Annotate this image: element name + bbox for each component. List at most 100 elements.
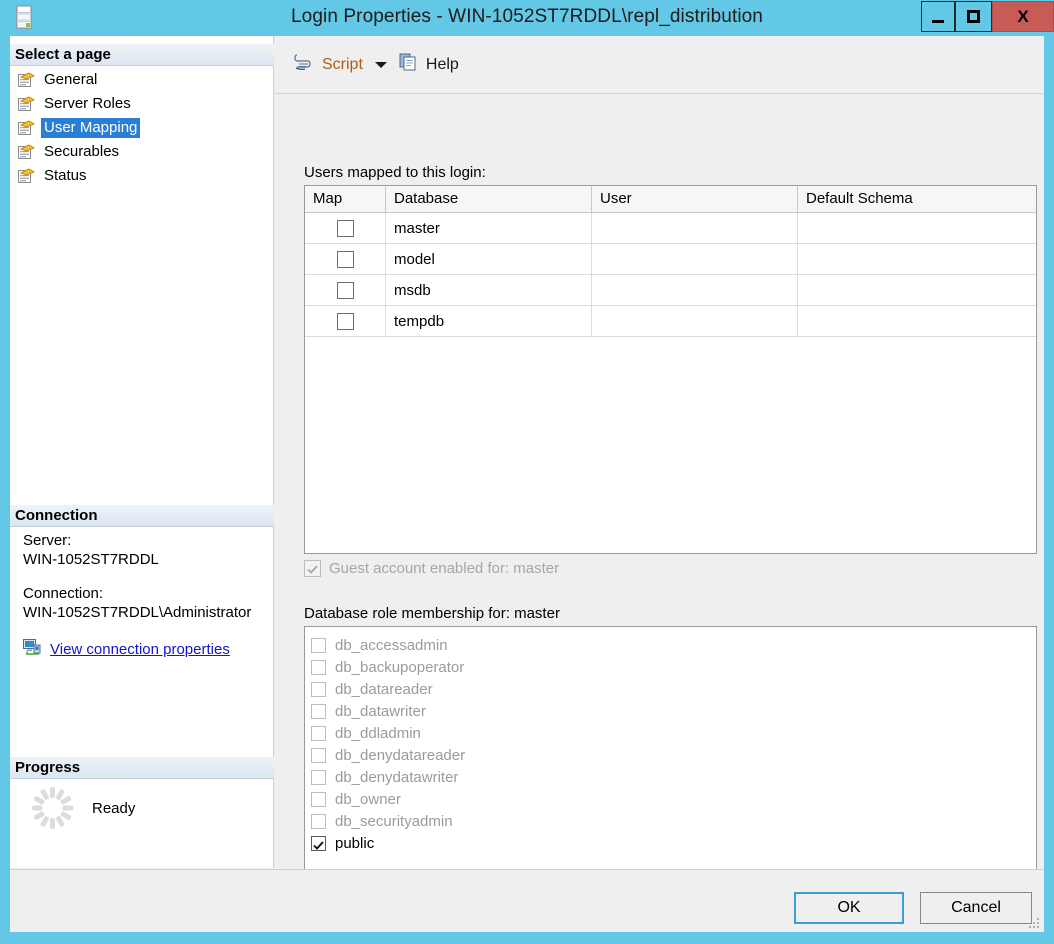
sidebar-item-label: General: [44, 71, 98, 88]
sidebar-item-user-mapping[interactable]: User Mapping: [14, 116, 270, 140]
table-row[interactable]: model: [305, 244, 1036, 275]
window-title: Login Properties - WIN-1052ST7RDDL\repl_…: [291, 6, 763, 27]
role-label: db_securityadmin: [335, 812, 453, 830]
list-item: public: [311, 832, 1036, 854]
database-cell: msdb: [386, 275, 592, 305]
schema-cell[interactable]: [798, 275, 1036, 305]
resize-grip[interactable]: [1027, 916, 1041, 930]
table-row[interactable]: master: [305, 213, 1036, 244]
role-checkbox: [311, 637, 326, 653]
page-icon: [18, 144, 36, 160]
sidebar: Select a page General Server Roles User …: [10, 36, 274, 868]
column-header-database[interactable]: Database: [386, 186, 592, 212]
role-checkbox: [311, 791, 326, 807]
column-header-default-schema[interactable]: Default Schema: [798, 186, 1036, 212]
grid-header-row: Map Database User Default Schema: [305, 186, 1036, 213]
view-connection-properties-row[interactable]: View connection properties: [10, 639, 274, 660]
role-label: db_backupoperator: [335, 658, 465, 676]
schema-cell[interactable]: [798, 244, 1036, 274]
sidebar-item-label: Server Roles: [44, 95, 131, 112]
dialog-client-area: Select a page General Server Roles User …: [10, 36, 1044, 932]
toolbar: Script Help: [275, 36, 1044, 94]
connection-caption: Connection:: [23, 585, 104, 602]
list-item: db_datawriter: [311, 700, 1036, 722]
dialog-footer: OK Cancel: [10, 869, 1044, 932]
server-caption: Server:: [23, 532, 72, 549]
sidebar-item-status[interactable]: Status: [14, 164, 270, 188]
list-item: db_securityadmin: [311, 810, 1036, 832]
sidebar-item-securables[interactable]: Securables: [14, 140, 270, 164]
map-cell[interactable]: [305, 306, 386, 336]
role-checkbox: [311, 659, 326, 675]
cancel-button[interactable]: Cancel: [920, 892, 1032, 924]
sidebar-item-server-roles[interactable]: Server Roles: [14, 92, 270, 116]
progress-header: Progress: [10, 757, 274, 779]
users-mapped-label: Users mapped to this login:: [304, 164, 486, 181]
main-content: Script Help Users mapped to this login: …: [275, 36, 1044, 888]
close-button[interactable]: X: [992, 1, 1054, 32]
script-button[interactable]: Script: [289, 50, 367, 80]
spinner-icon: [30, 786, 74, 830]
map-cell[interactable]: [305, 213, 386, 243]
title-bar[interactable]: Login Properties - WIN-1052ST7RDDL\repl_…: [0, 0, 1054, 36]
script-icon: [293, 52, 315, 77]
check-icon: [313, 837, 324, 850]
page-list: General Server Roles User Mapping Secura…: [14, 68, 270, 188]
script-label: Script: [322, 55, 363, 73]
list-item: db_denydatawriter: [311, 766, 1036, 788]
map-checkbox[interactable]: [336, 312, 354, 330]
user-cell[interactable]: [592, 244, 798, 274]
schema-cell[interactable]: [798, 306, 1036, 336]
database-cell: master: [386, 213, 592, 243]
role-checkbox: [311, 835, 326, 851]
maximize-button[interactable]: [955, 1, 992, 32]
sidebar-item-general[interactable]: General: [14, 68, 270, 92]
help-icon: [399, 52, 419, 77]
user-cell[interactable]: [592, 275, 798, 305]
database-role-membership-list[interactable]: db_accessadmin db_backupoperator db_data…: [304, 626, 1037, 888]
guest-account-checkbox-row: Guest account enabled for: master: [304, 560, 559, 577]
connection-properties-icon: [23, 639, 42, 660]
database-cell: tempdb: [386, 306, 592, 336]
page-icon: [18, 96, 36, 112]
schema-cell[interactable]: [798, 213, 1036, 243]
list-item: db_denydatareader: [311, 744, 1036, 766]
map-checkbox[interactable]: [336, 250, 354, 268]
map-checkbox[interactable]: [336, 219, 354, 237]
map-cell[interactable]: [305, 275, 386, 305]
list-item: db_ddladmin: [311, 722, 1036, 744]
table-row[interactable]: tempdb: [305, 306, 1036, 337]
close-icon: X: [1017, 6, 1029, 26]
role-label: db_datareader: [335, 680, 433, 698]
table-row[interactable]: msdb: [305, 275, 1036, 306]
user-mapping-grid[interactable]: Map Database User Default Schema master …: [304, 185, 1037, 554]
script-dropdown-button[interactable]: [367, 50, 395, 80]
select-a-page-header: Select a page: [10, 44, 274, 66]
help-button[interactable]: Help: [395, 50, 463, 80]
map-cell[interactable]: [305, 244, 386, 274]
maximize-icon: [967, 10, 980, 23]
server-value: WIN-1052ST7RDDL: [23, 551, 159, 568]
user-cell[interactable]: [592, 213, 798, 243]
guest-account-label: Guest account enabled for: master: [329, 560, 560, 577]
sidebar-item-label: User Mapping: [41, 118, 141, 138]
list-item: db_owner: [311, 788, 1036, 810]
column-header-user[interactable]: User: [592, 186, 798, 212]
role-checkbox: [311, 813, 326, 829]
sidebar-item-label: Status: [44, 167, 87, 184]
user-cell[interactable]: [592, 306, 798, 336]
role-checkbox: [311, 681, 326, 697]
help-label: Help: [425, 55, 459, 73]
list-item: db_datareader: [311, 678, 1036, 700]
page-icon: [18, 168, 36, 184]
ok-button[interactable]: OK: [794, 892, 904, 924]
map-checkbox[interactable]: [336, 281, 354, 299]
minimize-button[interactable]: [921, 1, 955, 32]
view-connection-properties-link[interactable]: View connection properties: [50, 641, 230, 658]
list-item: db_backupoperator: [311, 656, 1036, 678]
role-label: db_accessadmin: [335, 636, 448, 654]
page-icon: [18, 72, 36, 88]
column-header-map[interactable]: Map: [305, 186, 386, 212]
minimize-icon: [932, 20, 944, 23]
role-label: db_denydatawriter: [335, 768, 459, 786]
